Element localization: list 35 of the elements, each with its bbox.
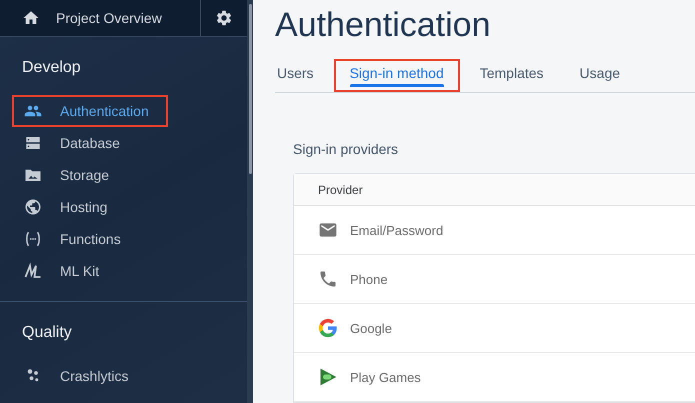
section-heading: Quality [21, 324, 72, 342]
provider-row[interactable]: Phone [294, 255, 695, 304]
home-icon[interactable] [22, 9, 40, 27]
page-title: Authentication [275, 6, 492, 45]
database-icon [24, 134, 42, 152]
tab[interactable]: Sign-in method [334, 59, 460, 92]
project-overview-link[interactable]: Project Overview [56, 10, 162, 26]
phone-icon [318, 269, 338, 289]
provider-name: Google [350, 320, 392, 336]
globe-icon [24, 198, 42, 216]
sidebar-item[interactable]: Functions [12, 223, 162, 255]
scrollbar-thumb[interactable] [248, 4, 252, 174]
provider-name: Email/Password [350, 222, 444, 238]
provider-name: Phone [350, 272, 388, 286]
provider-name: Play Games [350, 370, 421, 384]
provider-row[interactable]: Email/Password [294, 206, 695, 255]
g-logo-icon [318, 318, 338, 338]
sidebar-item[interactable]: Crashlytics [12, 360, 162, 392]
provider-row[interactable]: Play Games [294, 353, 695, 402]
braces-icon [24, 230, 42, 248]
section-title: Sign-in providers [293, 141, 400, 157]
sidebar-item[interactable]: Hosting [12, 191, 162, 223]
settings-icon[interactable] [215, 9, 233, 27]
tab[interactable]: Templates [464, 59, 560, 92]
tab[interactable]: Usage [564, 59, 636, 92]
play-games-icon [318, 367, 338, 387]
sidebar-item[interactable]: Database [12, 127, 162, 159]
column-header: Provider [294, 174, 695, 206]
tab[interactable]: Users [275, 59, 330, 92]
sidebar-item[interactable]: ML Kit [12, 255, 162, 287]
provider-row[interactable]: Google [294, 304, 695, 353]
section-heading: Develop [21, 59, 81, 77]
sidebar-item[interactable]: Storage [12, 159, 162, 191]
ml-logo-icon [24, 262, 42, 280]
sidebar-item[interactable]: Authentication [12, 95, 168, 127]
